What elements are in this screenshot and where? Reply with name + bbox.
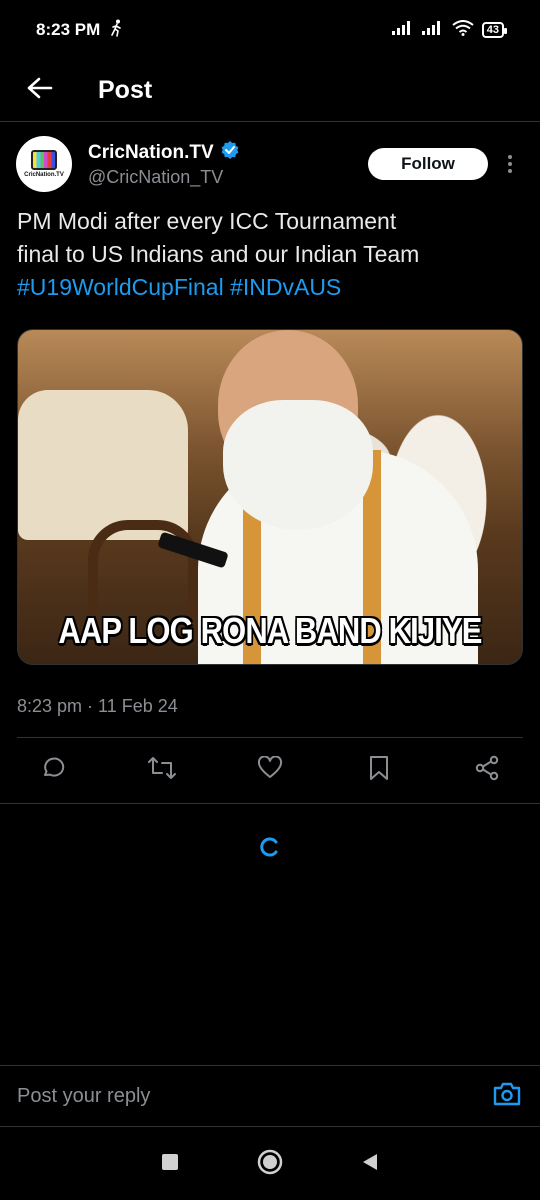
camera-button[interactable] [491,1080,523,1112]
post-author: CricNation.TV CricNation.TV @CricNation_… [16,135,524,193]
tv-logo-icon [31,150,57,170]
reply-button[interactable] [37,755,69,787]
circle-icon [257,1149,283,1180]
follow-button[interactable]: Follow [368,148,488,180]
like-button[interactable] [254,755,286,787]
loading-spinner-icon [258,836,280,858]
author-names: CricNation.TV @CricNation_TV [88,140,240,188]
triangle-back-icon [361,1153,379,1176]
signal-icon [391,20,414,40]
verified-badge-icon [220,140,240,165]
walking-icon [110,19,124,42]
avatar[interactable]: CricNation.TV [16,136,72,192]
action-bar [17,737,523,803]
wifi-icon [452,19,474,41]
battery-indicator: 43 [481,22,508,38]
post-timestamp: 8:23 pm · 11 Feb 24 [17,696,178,716]
bookmark-icon [368,755,390,786]
back-button[interactable] [0,60,80,122]
post-media-image[interactable]: AAP LOG RONA BAND KIJIYE [17,329,523,665]
repost-icon [147,756,176,785]
post-text-line1: PM Modi after every ICC Tournament [17,208,397,234]
page-title: Post [98,76,153,104]
name-row: CricNation.TV [88,140,240,165]
avatar-brand: CricNation.TV [24,172,64,178]
back-nav-button[interactable] [350,1144,390,1184]
bookmark-button[interactable] [363,755,395,787]
signal-icon-2 [421,20,444,40]
hashtag-link[interactable]: #U19WorldCupFinal [17,274,224,300]
beard-shape [223,400,373,530]
chair-shape [88,520,198,620]
share-icon [474,755,500,786]
status-bar: 8:23 PM 43 [0,0,540,60]
repost-button[interactable] [146,755,178,787]
post-text-line2: final to US Indians and our Indian Team [17,241,420,267]
share-button[interactable] [471,755,503,787]
square-icon [162,1153,178,1175]
meme-caption: AAP LOG RONA BAND KIJIYE [58,610,482,651]
reply-input[interactable]: Post your reply [17,1085,150,1108]
like-icon [257,755,283,785]
divider [0,803,540,804]
home-button[interactable] [250,1144,290,1184]
recents-button[interactable] [150,1144,190,1184]
hashtag-link[interactable]: #INDvAUS [230,274,341,300]
author-display-name[interactable]: CricNation.TV [88,142,214,164]
sofa-shape [18,390,188,540]
system-nav-bar [0,1128,540,1200]
back-arrow-icon [27,77,53,104]
camera-icon [493,1081,521,1112]
post-text: PM Modi after every ICC Tournament final… [17,205,523,304]
more-options-icon[interactable] [496,155,524,173]
post-hashtags: #U19WorldCupFinal #INDvAUS [17,271,523,304]
author-handle[interactable]: @CricNation_TV [88,167,240,188]
reply-icon [40,755,66,786]
top-bar: Post [0,60,540,122]
status-time: 8:23 PM [36,20,101,39]
reply-bar: Post your reply [0,1065,540,1127]
